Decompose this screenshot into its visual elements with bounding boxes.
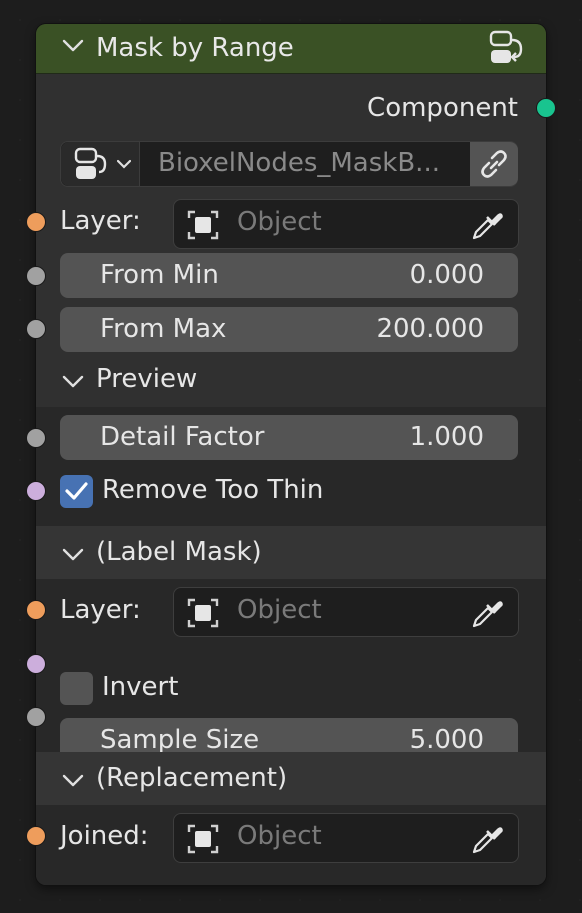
label-mask-title: (Label Mask) bbox=[96, 537, 262, 567]
label-mask-layer-placeholder: Object bbox=[237, 595, 322, 625]
node-tree-icon bbox=[74, 147, 107, 179]
component-output-label: Component bbox=[367, 93, 518, 123]
from-min-field[interactable]: From Min 0.000 bbox=[60, 253, 518, 298]
sample-size-input-socket[interactable] bbox=[26, 707, 46, 727]
replacement-title: (Replacement) bbox=[96, 763, 288, 793]
from-min-label: From Min bbox=[100, 260, 219, 290]
preview-title: Preview bbox=[96, 364, 198, 394]
node-group-selector[interactable]: BioxelNodes_MaskB... bbox=[60, 141, 518, 187]
remove-too-thin-checkbox[interactable] bbox=[60, 475, 93, 508]
detail-factor-value: 1.000 bbox=[409, 422, 484, 452]
joined-input-socket[interactable] bbox=[26, 826, 46, 846]
label-mask-panel-header[interactable]: (Label Mask) bbox=[36, 526, 546, 579]
invert-label[interactable]: Invert bbox=[102, 672, 178, 702]
node-header[interactable]: Mask by Range bbox=[36, 24, 546, 74]
layer-input-socket[interactable] bbox=[26, 212, 46, 232]
chevron-down-icon[interactable] bbox=[62, 547, 84, 563]
from-max-label: From Max bbox=[100, 314, 227, 344]
sample-size-label: Sample Size bbox=[100, 725, 260, 755]
detail-factor-label: Detail Factor bbox=[100, 422, 265, 452]
node-tree-dropdown[interactable] bbox=[61, 142, 140, 186]
layer-object-placeholder: Object bbox=[237, 207, 322, 237]
label-mask-layer-label: Layer: bbox=[60, 595, 141, 625]
joined-label: Joined: bbox=[60, 821, 149, 851]
from-min-input-socket[interactable] bbox=[26, 266, 46, 286]
preview-panel: Detail Factor 1.000 Remove Too Thin bbox=[36, 407, 546, 526]
mask-by-range-node[interactable]: Mask by Range Component BioxelNodes_Mask… bbox=[36, 24, 546, 885]
sample-size-value: 5.000 bbox=[409, 725, 484, 755]
chevron-down-icon bbox=[117, 159, 131, 169]
from-min-value: 0.000 bbox=[409, 260, 484, 290]
invert-checkbox[interactable] bbox=[60, 672, 93, 705]
checkmark-icon bbox=[65, 482, 88, 500]
object-select-icon bbox=[187, 210, 219, 240]
detail-factor-field[interactable]: Detail Factor 1.000 bbox=[60, 415, 518, 460]
component-output-socket[interactable] bbox=[536, 98, 556, 118]
remove-too-thin-input-socket[interactable] bbox=[26, 481, 46, 501]
joined-object-placeholder: Object bbox=[237, 821, 322, 851]
chevron-down-icon[interactable] bbox=[62, 773, 84, 789]
joined-object-field[interactable]: Object bbox=[173, 813, 519, 863]
layer-label: Layer: bbox=[60, 206, 141, 236]
link-icon bbox=[481, 150, 507, 178]
label-mask-layer-input-socket[interactable] bbox=[26, 600, 46, 620]
chevron-down-icon[interactable] bbox=[62, 38, 84, 54]
node-group-icon bbox=[489, 30, 523, 63]
link-button[interactable] bbox=[470, 142, 518, 186]
invert-input-socket[interactable] bbox=[26, 654, 46, 674]
detail-factor-input-socket[interactable] bbox=[26, 428, 46, 448]
replacement-panel: Joined: Object bbox=[36, 805, 546, 885]
remove-too-thin-label[interactable]: Remove Too Thin bbox=[102, 475, 323, 505]
label-mask-layer-object-field[interactable]: Object bbox=[173, 587, 519, 637]
object-select-icon bbox=[187, 824, 219, 854]
eyedropper-icon[interactable] bbox=[470, 822, 504, 854]
layer-object-field[interactable]: Object bbox=[173, 199, 519, 249]
eyedropper-icon[interactable] bbox=[470, 208, 504, 240]
from-max-value: 200.000 bbox=[376, 314, 484, 344]
node-title: Mask by Range bbox=[96, 33, 294, 63]
node-group-name[interactable]: BioxelNodes_MaskB... bbox=[158, 148, 440, 178]
from-max-input-socket[interactable] bbox=[26, 319, 46, 339]
eyedropper-icon[interactable] bbox=[470, 596, 504, 628]
chevron-down-icon[interactable] bbox=[62, 374, 84, 390]
object-select-icon bbox=[187, 598, 219, 628]
from-max-field[interactable]: From Max 200.000 bbox=[60, 307, 518, 352]
replacement-panel-header[interactable]: (Replacement) bbox=[36, 752, 546, 805]
label-mask-panel: Layer: Object Invert Sample Size 5.000 bbox=[36, 579, 546, 763]
